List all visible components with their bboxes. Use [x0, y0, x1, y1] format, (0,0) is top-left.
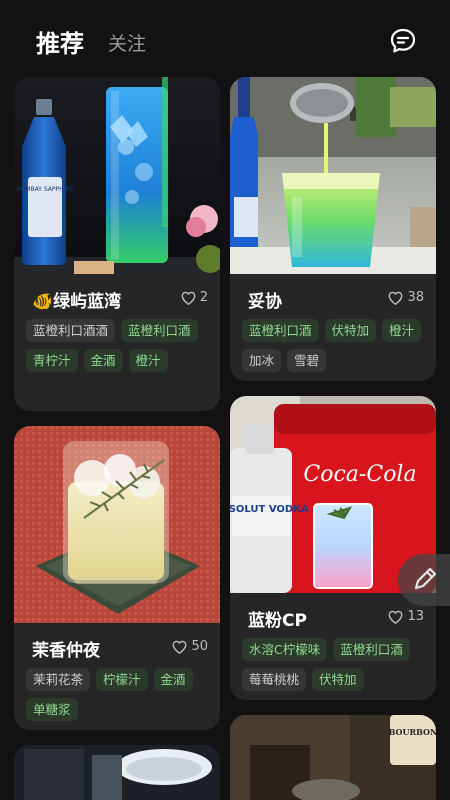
tag-chip[interactable]: 橙汁 [128, 349, 168, 372]
tag-chip[interactable]: 蓝橙利口酒酒 [26, 319, 116, 342]
tag-chip[interactable]: 金酒 [153, 668, 193, 691]
vodka-bottle-label: ABSOLUT VODKA [230, 504, 309, 515]
heart-icon [181, 291, 196, 305]
tag-chip[interactable]: 蓝橙利口酒 [333, 638, 410, 661]
recipe-photo-6[interactable]: BOURBON [230, 715, 436, 800]
tag-list: 蓝橙利口酒酒 蓝橙利口酒 青柠汁 金酒 橙汁 [26, 319, 210, 372]
recipe-card-5[interactable] [14, 745, 220, 800]
tag-chip[interactable]: 柠檬汁 [96, 668, 148, 691]
like-count: 38 [407, 290, 424, 305]
chat-bubble-icon[interactable] [388, 26, 418, 56]
like-button[interactable]: 50 [172, 639, 208, 654]
recipe-card-4[interactable]: Coca-Cola ABSOLUT VODKA 蓝粉CP 13 水溶C柠檬味 蓝… [230, 396, 436, 700]
tag-chip[interactable]: 伏特加 [324, 319, 377, 342]
like-count: 2 [199, 290, 208, 305]
tag-chip[interactable]: 蓝橙利口酒 [242, 319, 319, 342]
like-count: 13 [407, 609, 424, 624]
gin-bottle-label: BOMBAY SAPPHIRE [17, 186, 74, 193]
recipe-card-3[interactable]: 茉香仲夜 50 茉莉花茶 柠檬汁 金酒 单糖浆 [14, 426, 220, 730]
recipe-photo-2[interactable] [230, 77, 436, 274]
recipe-photo-5[interactable] [14, 745, 220, 800]
tag-chip[interactable]: 水溶C柠檬味 [242, 638, 328, 661]
recipe-title-2[interactable]: 妥协 [248, 287, 282, 312]
tag-chip[interactable]: 茉莉花茶 [26, 668, 91, 691]
cooler-logo: Coca-Cola [303, 462, 416, 487]
tag-list: 茉莉花茶 柠檬汁 金酒 单糖浆 [26, 668, 210, 721]
tag-chip[interactable]: 加冰 [242, 349, 282, 372]
heart-icon [389, 291, 403, 305]
recipe-photo-3[interactable] [14, 426, 220, 623]
tag-chip[interactable]: 蓝橙利口酒 [121, 319, 198, 342]
like-button[interactable]: 2 [181, 290, 208, 305]
recipe-title-1[interactable]: 🐠绿屿蓝湾 [32, 287, 121, 312]
recipe-card-2[interactable]: 妥协 38 蓝橙利口酒 伏特加 橙汁 加冰 雪碧 [230, 77, 436, 381]
tag-list: 水溶C柠檬味 蓝橙利口酒 莓莓桃桃 伏特加 [242, 638, 426, 691]
recipe-photo-1[interactable]: BOMBAY SAPPHIRE [14, 77, 220, 274]
like-button[interactable]: 38 [388, 290, 424, 305]
like-count: 50 [191, 639, 208, 654]
floating-edit-button[interactable] [398, 554, 450, 606]
tag-list: 蓝橙利口酒 伏特加 橙汁 加冰 雪碧 [242, 319, 426, 372]
tag-chip[interactable]: 橙汁 [382, 319, 422, 342]
tab-following[interactable]: 关注 [108, 29, 146, 56]
like-button[interactable]: 13 [388, 609, 424, 624]
pencil-icon [414, 567, 437, 590]
recipe-title-4[interactable]: 蓝粉CP [248, 606, 307, 631]
recipe-title-3[interactable]: 茉香仲夜 [32, 636, 100, 661]
tag-chip[interactable]: 金酒 [83, 349, 123, 372]
heart-icon [173, 640, 187, 654]
heart-icon [389, 610, 403, 624]
recipe-card-1[interactable]: BOMBAY SAPPHIRE 🐠绿屿蓝湾 2 蓝橙利口酒酒 蓝橙利口酒 青柠汁… [14, 77, 220, 411]
tag-chip[interactable]: 青柠汁 [26, 349, 78, 372]
tag-chip[interactable]: 雪碧 [287, 349, 327, 372]
tag-chip[interactable]: 伏特加 [312, 668, 364, 691]
tab-recommended[interactable]: 推荐 [36, 24, 84, 59]
fish-emoji-icon: 🐠 [32, 292, 54, 312]
bourbon-label: BOURBON [389, 727, 436, 737]
tag-chip[interactable]: 单糖浆 [26, 698, 78, 721]
tag-chip[interactable]: 莓莓桃桃 [242, 668, 307, 691]
top-bar: 推荐 关注 [0, 0, 450, 76]
recipe-card-6[interactable]: BOURBON [230, 715, 436, 800]
